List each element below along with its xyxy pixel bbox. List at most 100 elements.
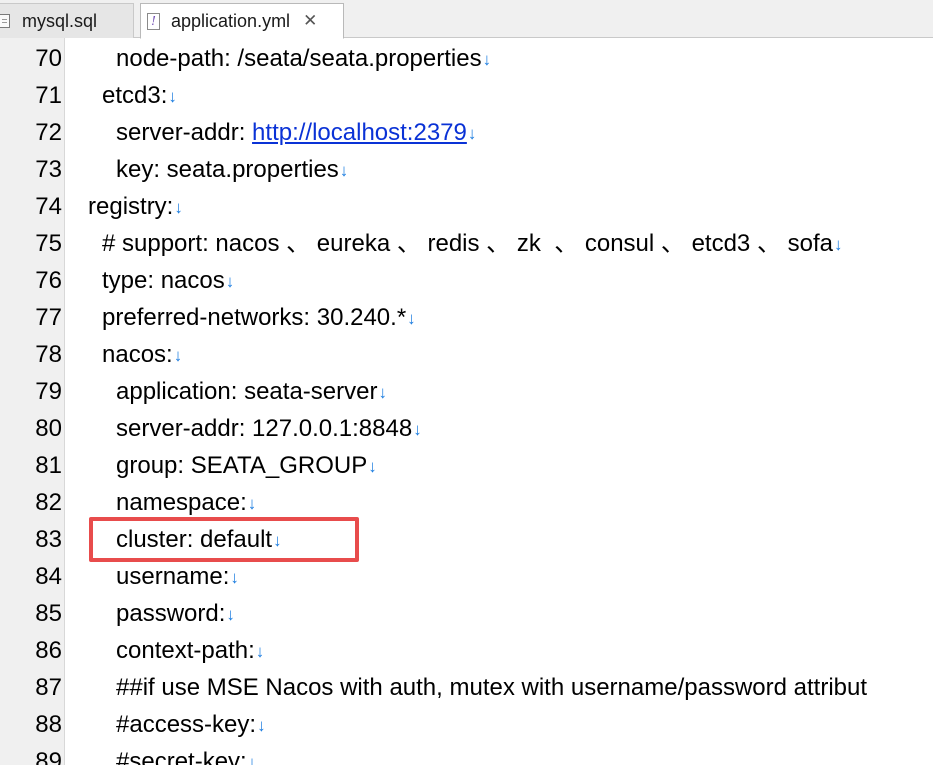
code-line[interactable]: 76 type: nacos↓	[0, 262, 933, 299]
tab-application-yml[interactable]: ! application.yml ✕	[140, 3, 344, 39]
line-number: 75	[35, 230, 62, 257]
code-line[interactable]: 75 # support: nacos 、 eureka 、 redis 、 zk…	[0, 225, 933, 262]
code-content: nacos:	[102, 341, 173, 368]
code-line[interactable]: 86 context-path:↓	[0, 632, 933, 669]
sql-file-icon	[0, 14, 10, 28]
code-content: server-addr:	[116, 119, 253, 146]
code-text: #secret-key:↓	[116, 743, 256, 765]
code-content: namespace:	[116, 489, 247, 516]
tab-label: mysql.sql	[22, 10, 98, 31]
line-break-marker-icon: ↓	[467, 124, 477, 143]
line-number: 74	[35, 193, 62, 220]
code-text: preferred-networks: 30.240.*↓	[102, 299, 416, 337]
code-content: preferred-networks: 30.240.*	[102, 304, 407, 331]
code-content: server-addr: 127.0.0.1:8848	[116, 415, 413, 442]
code-line[interactable]: 82 namespace:↓	[0, 484, 933, 521]
close-icon[interactable]: ✕	[303, 11, 317, 31]
line-number: 86	[35, 637, 62, 664]
code-text: key: seata.properties↓	[116, 151, 348, 189]
code-line[interactable]: 84 username:↓	[0, 558, 933, 595]
line-break-marker-icon: ↓	[273, 531, 282, 550]
code-content: username:	[116, 563, 230, 590]
line-number: 82	[35, 489, 62, 516]
line-number: 76	[35, 267, 62, 294]
code-line[interactable]: 74 registry:↓	[0, 188, 933, 225]
line-break-marker-icon: ↓	[482, 50, 492, 69]
code-text: type: nacos↓	[102, 262, 234, 300]
code-text: cluster: default↓	[116, 521, 282, 559]
code-text: username:↓	[116, 558, 239, 596]
code-text: group: SEATA_GROUP↓	[116, 447, 377, 485]
code-text: application: seata-server↓	[116, 373, 387, 411]
code-content: key: seata.properties	[116, 156, 339, 183]
line-break-marker-icon: ↓	[226, 605, 235, 624]
code-line-highlighted[interactable]: 83 cluster: default↓	[0, 521, 933, 558]
line-number: 78	[35, 341, 62, 368]
code-text: context-path:↓	[116, 632, 264, 670]
line-number: 88	[35, 711, 62, 738]
code-content: type: nacos	[102, 267, 225, 294]
line-number: 77	[35, 304, 62, 331]
code-content: context-path:	[116, 637, 255, 664]
code-text: ##if use MSE Nacos with auth, mutex with…	[116, 669, 867, 706]
code-text: password:↓	[116, 595, 235, 633]
editor-window: mysql.sql ! application.yml ✕ 70 node-pat…	[0, 0, 933, 765]
line-break-marker-icon: ↓	[339, 161, 349, 180]
yml-file-icon: !	[147, 12, 160, 30]
line-break-marker-icon: ↓	[413, 420, 422, 439]
tab-mysql-sql[interactable]: mysql.sql	[0, 3, 134, 38]
line-break-marker-icon: ↓	[168, 87, 177, 106]
line-number: 73	[35, 156, 62, 183]
code-line[interactable]: 89 #secret-key:↓	[0, 743, 933, 765]
code-text: # support: nacos 、 eureka 、 redis 、 zk 、…	[102, 225, 842, 263]
line-break-marker-icon: ↓	[255, 642, 265, 661]
code-content: #access-key:	[116, 711, 257, 738]
line-number: 71	[35, 82, 62, 109]
code-text: namespace:↓	[116, 484, 256, 522]
code-line[interactable]: 85 password:↓	[0, 595, 933, 632]
line-break-marker-icon: ↓	[378, 383, 387, 402]
code-content: etcd3:	[102, 82, 168, 109]
line-break-marker-icon: ↓	[225, 272, 235, 291]
line-break-marker-icon: ↓	[247, 753, 257, 765]
url-link[interactable]: http://localhost:2379	[252, 119, 467, 146]
line-number: 83	[35, 526, 62, 553]
line-break-marker-icon: ↓	[173, 346, 183, 365]
code-text: node-path: /seata/seata.properties↓	[116, 40, 491, 78]
line-break-marker-icon: ↓	[174, 198, 183, 217]
code-line[interactable]: 78 nacos:↓	[0, 336, 933, 373]
code-line[interactable]: 71 etcd3:↓	[0, 77, 933, 114]
code-editor[interactable]: 70 node-path: /seata/seata.properties↓ 71 e…	[0, 38, 933, 765]
code-line[interactable]: 79 application: seata-server↓	[0, 373, 933, 410]
code-content: registry:	[88, 193, 174, 220]
code-line[interactable]: 72 server-addr: http://localhost:2379↓	[0, 114, 933, 151]
line-break-marker-icon: ↓	[247, 494, 257, 513]
code-line[interactable]: 77 preferred-networks: 30.240.*↓	[0, 299, 933, 336]
code-line[interactable]: 80 server-addr: 127.0.0.1:8848↓	[0, 410, 933, 447]
line-number: 81	[35, 452, 62, 479]
line-break-marker-icon: ↓	[368, 457, 377, 476]
line-break-marker-icon: ↓	[257, 716, 266, 735]
line-break-marker-icon: ↓	[230, 568, 239, 587]
line-break-marker-icon: ↓	[407, 309, 416, 328]
code-line[interactable]: 88 #access-key:↓	[0, 706, 933, 743]
code-content: application: seata-server	[116, 378, 378, 405]
tab-bar: mysql.sql ! application.yml ✕	[0, 0, 933, 39]
line-number: 89	[35, 748, 62, 765]
line-number: 80	[35, 415, 62, 442]
code-text: nacos:↓	[102, 336, 182, 374]
line-number: 84	[35, 563, 62, 590]
code-content: node-path: /seata/seata.properties	[116, 45, 482, 72]
code-line[interactable]: 73 key: seata.properties↓	[0, 151, 933, 188]
code-line[interactable]: 70 node-path: /seata/seata.properties↓	[0, 40, 933, 77]
code-line[interactable]: 81 group: SEATA_GROUP↓	[0, 447, 933, 484]
line-number: 72	[35, 119, 62, 146]
code-text: registry:↓	[88, 188, 183, 226]
code-content: # support: nacos 、 eureka 、 redis 、 zk 、…	[102, 230, 833, 257]
line-number: 85	[35, 600, 62, 627]
code-content: cluster: default	[116, 526, 273, 553]
code-text: server-addr: 127.0.0.1:8848↓	[116, 410, 422, 448]
code-content: group: SEATA_GROUP	[116, 452, 368, 479]
line-number: 79	[35, 378, 62, 405]
code-line[interactable]: 87 ##if use MSE Nacos with auth, mutex wi…	[0, 669, 933, 706]
